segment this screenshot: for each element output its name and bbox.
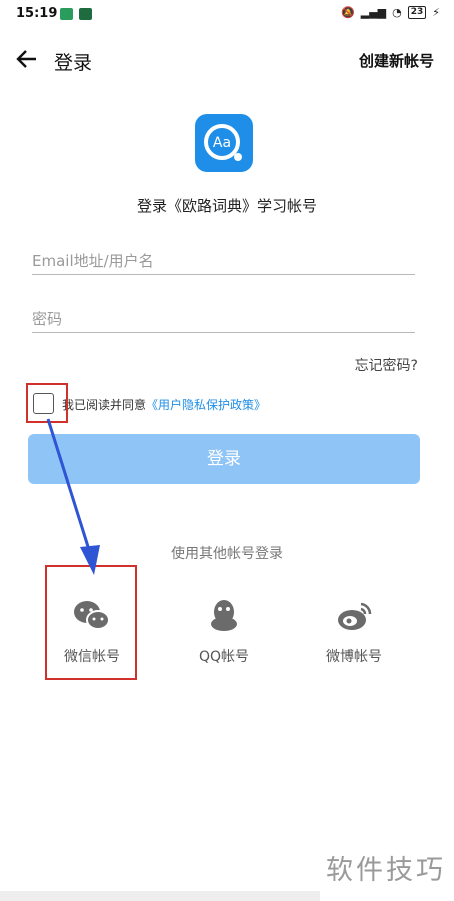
weibo-icon	[338, 602, 372, 630]
charging-icon: ⚡	[432, 6, 440, 19]
agreement-text: 我已阅读并同意《用户隐私保护政策》	[62, 396, 266, 413]
signal-icon: ▂▄▆	[360, 6, 387, 19]
annotation-arrow	[46, 418, 100, 575]
notification-app-icon	[79, 8, 92, 20]
agreement-prefix: 我已阅读并同意	[62, 398, 147, 412]
weibo-label: 微博帐号	[326, 649, 382, 665]
status-icons: 🔕 ▂▄▆ ◔ 23 ⚡	[341, 6, 440, 19]
create-account-link[interactable]: 创建新帐号	[359, 50, 434, 71]
weibo-login-option[interactable]: 微博帐号	[304, 598, 404, 666]
qq-login-option[interactable]: QQ帐号	[174, 598, 274, 666]
status-time: 15:19	[16, 6, 58, 21]
qq-label: QQ帐号	[198, 649, 250, 665]
notification-app-icon	[60, 8, 73, 20]
password-field[interactable]	[32, 305, 415, 333]
logo-text: Aa	[213, 135, 231, 151]
email-field[interactable]	[32, 247, 415, 275]
app-logo: Aa	[195, 114, 253, 172]
forgot-password-link[interactable]: 忘记密码?	[355, 355, 418, 375]
back-arrow-icon[interactable]	[14, 46, 40, 72]
qq-icon	[211, 600, 237, 631]
login-subtitle: 登录《欧路词典》学习帐号	[136, 197, 317, 215]
mute-icon: 🔕	[341, 6, 355, 19]
wechat-highlight-annotation	[45, 565, 137, 680]
bottom-strip	[0, 891, 320, 901]
page-title: 登录	[54, 52, 93, 74]
dictionary-logo-icon: Aa	[204, 124, 242, 161]
watermark: 软件技巧	[326, 855, 446, 886]
battery-icon: 23	[407, 6, 427, 19]
privacy-policy-link[interactable]: 《用户隐私保护政策》	[146, 398, 266, 412]
wifi-icon: ◔	[392, 6, 402, 19]
